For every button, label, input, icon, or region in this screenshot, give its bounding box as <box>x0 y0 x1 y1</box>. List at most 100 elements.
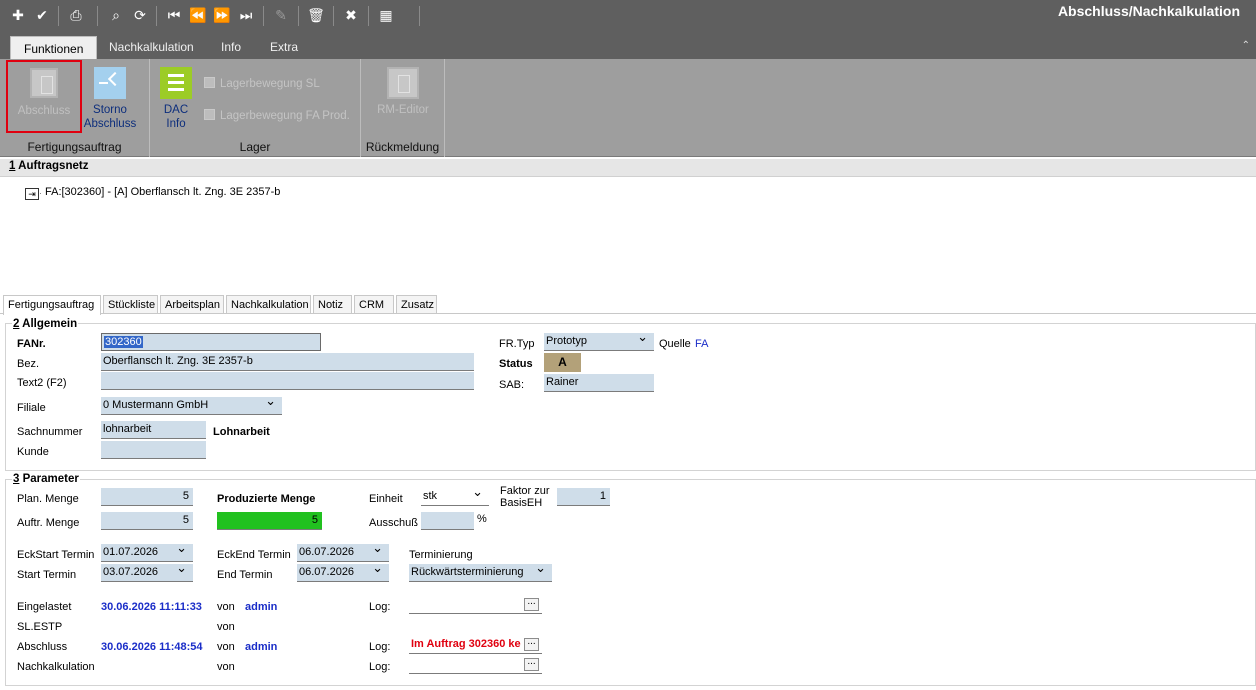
einheit-select[interactable]: stk <box>421 488 489 506</box>
edit-icon[interactable]: ✎ <box>272 7 290 25</box>
divider <box>333 6 334 26</box>
abschluss-label: Abschluss <box>17 105 71 117</box>
divider <box>368 6 369 26</box>
save-check-icon[interactable]: ✔ <box>33 7 51 25</box>
divider <box>156 6 157 26</box>
tab-fertigungsauftrag[interactable]: Fertigungsauftrag <box>3 295 101 315</box>
start-date[interactable]: 03.07.2026 <box>101 564 193 582</box>
divider <box>97 6 98 26</box>
grid-icon[interactable]: ▦ <box>377 7 395 25</box>
ribbon-collapse-icon[interactable]: ⌃ <box>1242 40 1250 51</box>
percent-label: % <box>477 513 487 525</box>
rm-editor-button[interactable]: RM-Editor <box>367 67 439 117</box>
end-date[interactable]: 06.07.2026 <box>297 564 389 582</box>
section-title: 1 Auftragsnetz <box>9 160 89 172</box>
lager-fa-icon <box>204 109 215 120</box>
close-icon[interactable]: ✖ <box>342 7 360 25</box>
quelle-link[interactable]: FA <box>695 338 708 350</box>
rm-editor-icon <box>387 67 419 99</box>
add-icon[interactable]: ✚ <box>9 7 27 25</box>
storno-abschluss-button[interactable]: Storno Abschluss <box>80 67 140 131</box>
auftragsnetz-header: 1 Auftragsnetz <box>0 159 1256 177</box>
quelle-label: Quelle <box>659 338 691 350</box>
next-record-icon[interactable]: ⏩ <box>213 7 231 25</box>
sachnummer-field[interactable]: lohnarbeit <box>101 421 206 439</box>
produzierte-menge-field: 5 <box>217 512 322 530</box>
tab-zusatz[interactable]: Zusatz <box>396 295 437 314</box>
first-record-icon[interactable]: ⏮ <box>165 7 183 25</box>
sachnummer-description: Lohnarbeit <box>213 426 270 438</box>
bez-label: Bez. <box>17 358 40 370</box>
tree-node[interactable]: FA:[302360] - [A] Oberflansch lt. Zng. 3… <box>45 186 280 198</box>
plan-menge-field[interactable]: 5 <box>101 488 193 506</box>
ausschuss-field[interactable] <box>421 512 474 530</box>
log-label: Log: <box>369 601 391 613</box>
lagerbewegung-sl-button[interactable]: Lagerbewegung SL <box>204 77 320 90</box>
refresh-icon[interactable]: ⟳ <box>131 7 149 25</box>
frtyp-select[interactable]: Prototyp <box>544 333 654 351</box>
more-icon[interactable]: ... <box>524 597 539 611</box>
kunde-field[interactable] <box>101 441 206 459</box>
more-icon[interactable]: ... <box>524 657 539 671</box>
auftragsnetz-tree: ⇥ FA:[302360] - [A] Oberflansch lt. Zng.… <box>3 185 1256 289</box>
sab-field[interactable]: Rainer <box>544 374 654 392</box>
lagerbewegung-fa-button[interactable]: Lagerbewegung FA Prod. <box>204 109 350 122</box>
rm-label: RM-Editor <box>377 104 429 116</box>
tab-extra[interactable]: Extra <box>257 35 311 59</box>
tab-info[interactable]: Info <box>208 35 254 59</box>
filiale-select[interactable]: 0 Mustermann GmbH <box>101 397 282 415</box>
fanr-field[interactable]: 302360 <box>101 333 321 351</box>
parameter-title: 3 Parameter <box>12 473 80 485</box>
dac-info-button[interactable]: DAC Info <box>158 67 194 131</box>
eckend-date[interactable]: 06.07.2026 <box>297 544 389 562</box>
tab-arbeitsplan[interactable]: Arbeitsplan <box>160 295 224 314</box>
abschluss-user: admin <box>245 641 278 653</box>
von-label: von <box>217 601 235 613</box>
search-icon[interactable]: ⌕ <box>107 7 125 25</box>
tab-nachkalkulation-detail[interactable]: Nachkalkulation <box>226 295 311 314</box>
eckend-label: EckEnd Termin <box>217 549 291 561</box>
status-badge: A <box>544 353 581 372</box>
lager-fa-label: Lagerbewegung FA Prod. <box>220 110 350 122</box>
end-label: End Termin <box>217 569 273 581</box>
dac-label-1: DAC <box>163 104 189 116</box>
tab-crm[interactable]: CRM <box>354 295 394 314</box>
slestp-label: SL.ESTP <box>17 621 63 633</box>
abschluss-button[interactable]: Abschluss <box>6 60 82 133</box>
terminierung-select[interactable]: Rückwärtsterminierung <box>409 564 552 582</box>
log-field-eingelastet[interactable] <box>409 596 542 614</box>
text2-field[interactable] <box>101 372 474 390</box>
lager-sl-label: Lagerbewegung SL <box>220 78 320 90</box>
tab-funktionen[interactable]: Funktionen <box>10 36 98 59</box>
tab-notiz[interactable]: Notiz <box>313 295 352 314</box>
auftr-menge-field[interactable]: 5 <box>101 512 193 530</box>
tab-nachkalkulation[interactable]: Nachkalkulation <box>96 35 207 59</box>
produzierte-menge-label: Produzierte Menge <box>217 493 316 505</box>
storno-label-1: Storno <box>93 104 127 116</box>
eckstart-date[interactable]: 01.07.2026 <box>101 544 193 562</box>
prev-record-icon[interactable]: ⏪ <box>189 7 207 25</box>
faktor-field[interactable]: 1 <box>557 488 610 506</box>
last-record-icon[interactable]: ⏭ <box>237 7 255 25</box>
abschluss-icon <box>30 68 58 98</box>
group-lager: DAC Info Lagerbewegung SL Lagerbewegung … <box>150 59 361 157</box>
plan-menge-label: Plan. Menge <box>17 493 79 505</box>
group-label: Fertigungsauftrag <box>27 140 122 154</box>
allgemein-title: 2 Allgemein <box>12 318 79 330</box>
log-field-nachkalkulation[interactable] <box>409 656 542 674</box>
more-icon[interactable]: ... <box>524 637 539 651</box>
von-label: von <box>217 621 235 633</box>
tab-stueckliste[interactable]: Stückliste <box>103 295 158 314</box>
group-fertigungsauftrag: Abschluss Storno Abschluss Fertigungsauf… <box>0 59 150 157</box>
eingelastet-date: 30.06.2026 11:11:33 <box>101 601 202 613</box>
quick-toolbar: ✚ ✔ ⎙ ⌕ ⟳ ⏮ ⏪ ⏩ ⏭ ✎ 🗑 ✖ ▦ Abschluss/Nach… <box>0 0 1256 35</box>
node-icon: ⇥ <box>25 188 39 200</box>
tab-divider <box>0 313 1256 314</box>
sachnummer-label: Sachnummer <box>17 426 83 438</box>
print-icon[interactable]: ⎙ <box>67 7 85 25</box>
eingelastet-label: Eingelastet <box>17 601 72 613</box>
terminierung-label: Terminierung <box>409 549 473 561</box>
log-field-abschluss[interactable]: Im Auftrag 302360 ke <box>409 636 542 654</box>
bez-field[interactable]: Oberflansch lt. Zng. 3E 2357-b <box>101 353 474 371</box>
delete-icon[interactable]: 🗑 <box>307 7 325 25</box>
